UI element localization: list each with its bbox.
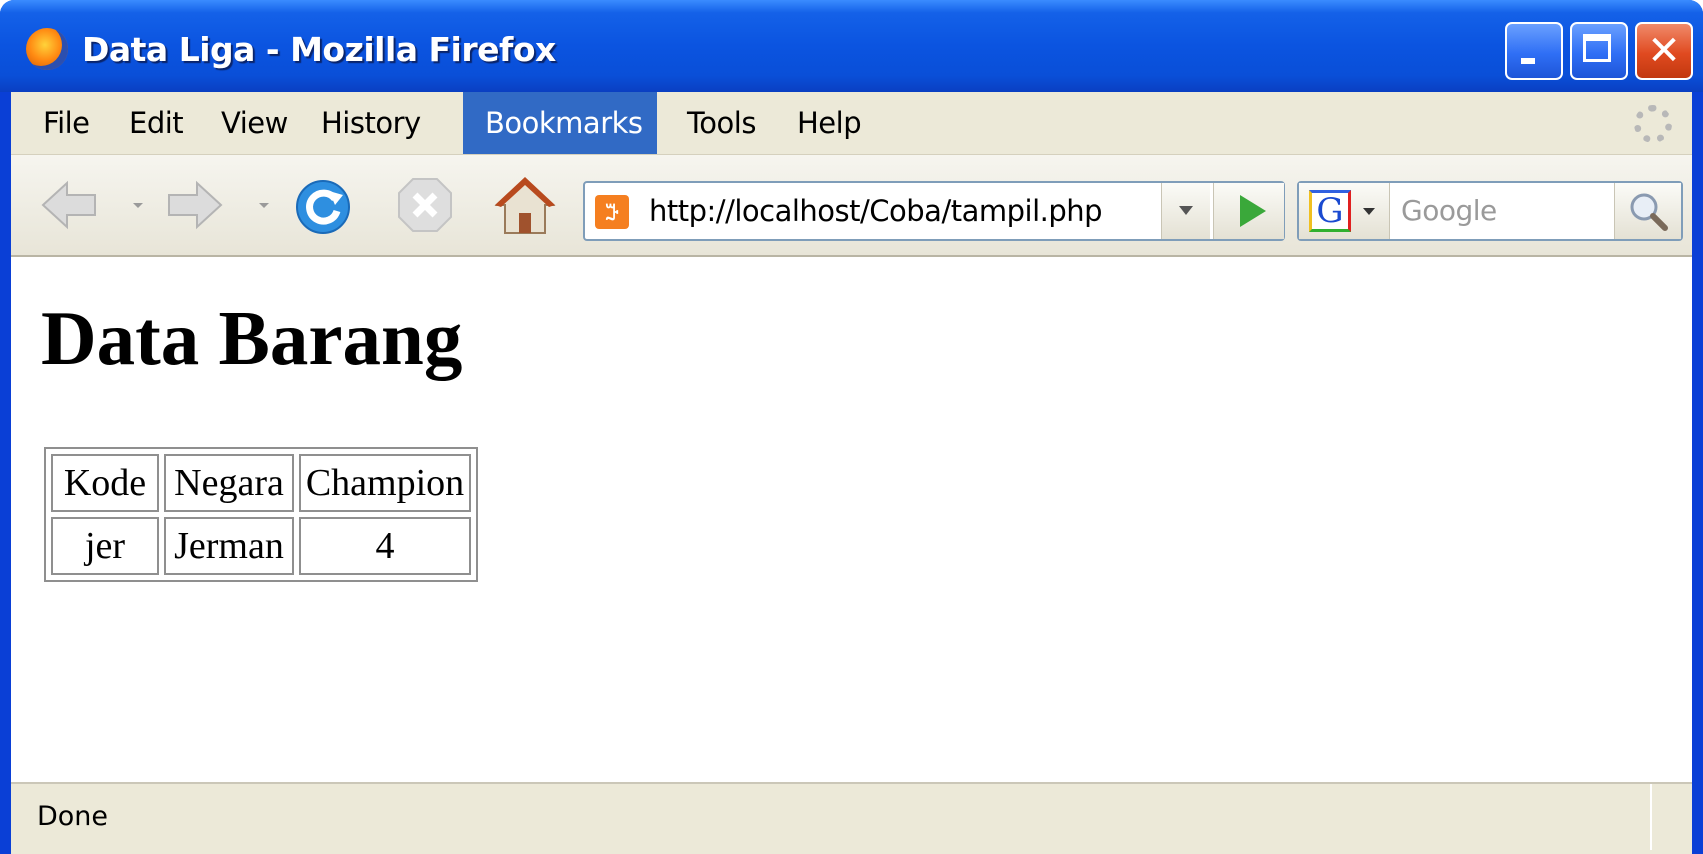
- magnifier-icon: [1630, 193, 1668, 231]
- data-table: Kode Negara Champion jer Jerman 4: [44, 447, 478, 582]
- page-title: Data Barang: [41, 295, 463, 381]
- title-bar[interactable]: Data Liga - Mozilla Firefox ✕: [0, 0, 1703, 92]
- stop-icon[interactable]: [393, 173, 457, 237]
- home-icon[interactable]: [493, 173, 557, 237]
- browser-client: File Edit View History Bookmarks Tools H…: [11, 92, 1692, 854]
- chevron-down-icon: [1363, 208, 1375, 215]
- table-header-cell: Kode: [51, 454, 159, 512]
- search-button[interactable]: [1614, 183, 1681, 239]
- status-text: Done: [37, 801, 109, 832]
- table-cell: Jerman: [164, 517, 294, 575]
- menu-bookmarks[interactable]: Bookmarks: [463, 92, 657, 154]
- minimize-button[interactable]: [1505, 22, 1563, 80]
- menu-view[interactable]: View: [199, 92, 310, 154]
- site-favicon-icon: ꔓ: [595, 195, 629, 229]
- url-history-dropdown[interactable]: [1161, 183, 1210, 239]
- forward-dropdown-icon[interactable]: [259, 203, 269, 208]
- menu-history[interactable]: History: [299, 92, 443, 154]
- table-row: jer Jerman 4: [51, 517, 471, 575]
- go-button[interactable]: [1213, 183, 1284, 239]
- menu-file[interactable]: File: [21, 92, 112, 154]
- close-icon: ✕: [1647, 28, 1681, 74]
- navigation-toolbar: ꔓ http://localhost/Coba/tampil.php G Goo…: [11, 155, 1692, 257]
- resize-grip-icon[interactable]: [1650, 784, 1692, 850]
- search-input[interactable]: Google: [1401, 183, 1497, 239]
- menu-edit[interactable]: Edit: [107, 92, 205, 154]
- page-content: Data Barang Kode Negara Champion jer Jer…: [11, 257, 1692, 781]
- window-title: Data Liga - Mozilla Firefox: [82, 30, 556, 69]
- browser-window: Data Liga - Mozilla Firefox ✕ File Edit …: [0, 0, 1703, 854]
- firefox-logo-icon: [26, 28, 68, 70]
- table-header-row: Kode Negara Champion: [51, 454, 471, 512]
- search-bar[interactable]: G Google: [1297, 181, 1683, 241]
- google-icon: G: [1309, 190, 1351, 232]
- back-icon[interactable]: [37, 173, 101, 237]
- close-button[interactable]: ✕: [1635, 22, 1693, 80]
- forward-icon[interactable]: [163, 173, 227, 237]
- url-bar[interactable]: ꔓ http://localhost/Coba/tampil.php: [583, 181, 1285, 241]
- url-input[interactable]: http://localhost/Coba/tampil.php: [649, 183, 1103, 239]
- table-header-cell: Champion: [299, 454, 471, 512]
- reload-icon[interactable]: [291, 173, 355, 237]
- table-cell: 4: [299, 517, 471, 575]
- table-header-cell: Negara: [164, 454, 294, 512]
- menu-help[interactable]: Help: [775, 92, 883, 154]
- menu-tools[interactable]: Tools: [665, 92, 778, 154]
- maximize-button[interactable]: [1570, 22, 1628, 80]
- table-cell: jer: [51, 517, 159, 575]
- back-dropdown-icon[interactable]: [133, 203, 143, 208]
- status-bar: Done: [11, 782, 1692, 854]
- search-engine-selector[interactable]: G: [1299, 183, 1390, 239]
- menu-bar: File Edit View History Bookmarks Tools H…: [11, 92, 1692, 155]
- throbber-icon: [1634, 105, 1672, 143]
